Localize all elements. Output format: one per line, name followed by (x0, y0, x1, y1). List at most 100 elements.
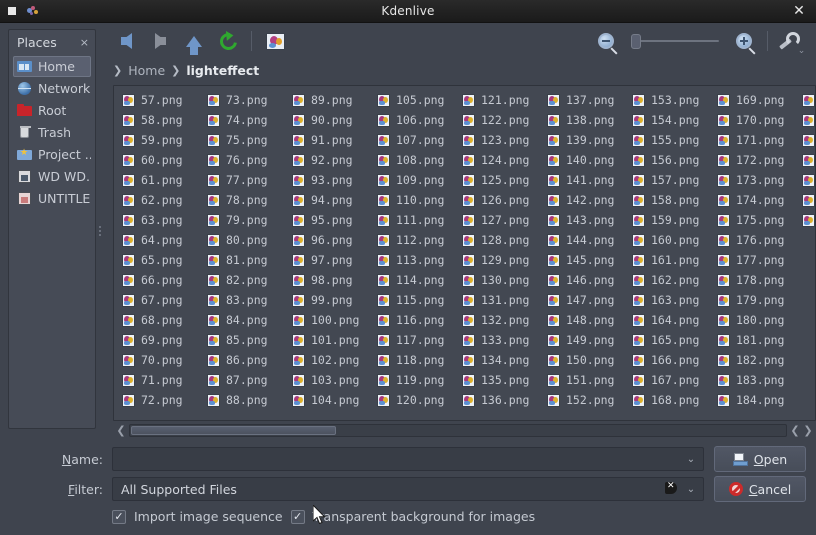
file-item[interactable]: 189.png (798, 170, 815, 190)
file-item[interactable]: 187.png (798, 130, 815, 150)
file-item[interactable]: 131.png (458, 290, 543, 310)
file-item[interactable]: 112.png (373, 230, 458, 250)
file-item[interactable]: 96.png (288, 230, 373, 250)
file-item[interactable]: 168.png (628, 390, 713, 410)
file-item[interactable]: 120.png (373, 390, 458, 410)
sidebar-item-root[interactable]: Root (13, 100, 91, 121)
file-item[interactable]: 77.png (203, 170, 288, 190)
file-item[interactable]: 104.png (288, 390, 373, 410)
cancel-button[interactable]: Cancel (714, 476, 806, 502)
file-item[interactable]: 98.png (288, 270, 373, 290)
file-item[interactable]: 149.png (543, 330, 628, 350)
file-item[interactable]: 110.png (373, 190, 458, 210)
file-item[interactable]: 179.png (713, 290, 798, 310)
horizontal-scrollbar[interactable]: ❮ ❮ ❯ (113, 421, 816, 439)
file-item[interactable]: 76.png (203, 150, 288, 170)
file-item[interactable]: 100.png (288, 310, 373, 330)
file-item[interactable]: 146.png (543, 270, 628, 290)
file-item[interactable]: 66.png (118, 270, 203, 290)
file-item[interactable]: 75.png (203, 130, 288, 150)
file-item[interactable]: 117.png (373, 330, 458, 350)
file-item[interactable]: 65.png (118, 250, 203, 270)
reload-button[interactable] (211, 26, 245, 56)
close-icon[interactable]: ✕ (782, 0, 816, 23)
file-item[interactable]: 118.png (373, 350, 458, 370)
transparent-background-checkbox[interactable]: ✓ Transparent background for images (290, 509, 535, 524)
file-item[interactable]: 126.png (458, 190, 543, 210)
file-item[interactable]: 132.png (458, 310, 543, 330)
file-item[interactable]: 134.png (458, 350, 543, 370)
file-item[interactable]: 122.png (458, 110, 543, 130)
file-item[interactable]: 188.png (798, 150, 815, 170)
file-item[interactable]: 156.png (628, 150, 713, 170)
file-item[interactable]: 152.png (543, 390, 628, 410)
file-item[interactable]: 86.png (203, 350, 288, 370)
scrollbar-track[interactable] (129, 423, 787, 437)
file-item[interactable]: 61.png (118, 170, 203, 190)
file-item[interactable]: 186.png (798, 110, 815, 130)
file-item[interactable]: 113.png (373, 250, 458, 270)
file-item[interactable]: 58.png (118, 110, 203, 130)
file-item[interactable]: 171.png (713, 130, 798, 150)
file-item[interactable]: 136.png (458, 390, 543, 410)
file-item[interactable]: 82.png (203, 270, 288, 290)
file-item[interactable]: 128.png (458, 230, 543, 250)
panel-splitter[interactable] (96, 23, 103, 439)
file-item[interactable]: 176.png (713, 230, 798, 250)
file-item[interactable]: 183.png (713, 370, 798, 390)
sidebar-item-wd-drive[interactable]: WD WD... (13, 166, 91, 187)
file-item[interactable]: 175.png (713, 210, 798, 230)
up-button[interactable] (177, 26, 211, 56)
file-item[interactable]: 91.png (288, 130, 373, 150)
file-item[interactable]: 107.png (373, 130, 458, 150)
file-item[interactable]: 177.png (713, 250, 798, 270)
sidebar-item-project[interactable]: Project ... (13, 144, 91, 165)
file-item[interactable]: 95.png (288, 210, 373, 230)
file-item[interactable]: 79.png (203, 210, 288, 230)
preview-toggle-button[interactable] (258, 26, 292, 56)
open-button[interactable]: Open (714, 446, 806, 472)
file-item[interactable]: 114.png (373, 270, 458, 290)
file-item[interactable]: 130.png (458, 270, 543, 290)
file-item[interactable]: 69.png (118, 330, 203, 350)
file-item[interactable]: 88.png (203, 390, 288, 410)
file-item[interactable]: 84.png (203, 310, 288, 330)
import-image-sequence-checkbox[interactable]: ✓ Import image sequence (112, 509, 283, 524)
file-item[interactable]: 162.png (628, 270, 713, 290)
file-item[interactable]: 59.png (118, 130, 203, 150)
file-item[interactable]: 167.png (628, 370, 713, 390)
file-item[interactable]: 148.png (543, 310, 628, 330)
file-item[interactable]: 185.png (798, 90, 815, 110)
places-close-icon[interactable]: × (80, 36, 89, 49)
file-item[interactable]: 166.png (628, 350, 713, 370)
file-item[interactable]: 180.png (713, 310, 798, 330)
file-item[interactable]: 137.png (543, 90, 628, 110)
file-item[interactable]: 111.png (373, 210, 458, 230)
file-item[interactable]: 109.png (373, 170, 458, 190)
file-item[interactable]: 83.png (203, 290, 288, 310)
scroll-arrows[interactable]: ❮ ❯ (789, 424, 814, 437)
file-item[interactable]: 85.png (203, 330, 288, 350)
file-item[interactable]: 93.png (288, 170, 373, 190)
file-item[interactable]: 115.png (373, 290, 458, 310)
file-item[interactable]: 92.png (288, 150, 373, 170)
file-item[interactable]: 170.png (713, 110, 798, 130)
file-item[interactable]: 158.png (628, 190, 713, 210)
filter-combo[interactable]: All Supported Files ⌄ (112, 477, 704, 501)
file-item[interactable]: 150.png (543, 350, 628, 370)
file-item[interactable]: 102.png (288, 350, 373, 370)
file-item[interactable]: 165.png (628, 330, 713, 350)
file-item[interactable]: 63.png (118, 210, 203, 230)
file-item[interactable]: 116.png (373, 310, 458, 330)
file-item[interactable]: 106.png (373, 110, 458, 130)
file-item[interactable]: 121.png (458, 90, 543, 110)
file-item[interactable]: 151.png (543, 370, 628, 390)
window-menu-icon[interactable] (8, 7, 16, 15)
file-item[interactable]: 135.png (458, 370, 543, 390)
file-item[interactable]: 103.png (288, 370, 373, 390)
file-item[interactable]: 184.png (713, 390, 798, 410)
zoom-slider[interactable] (631, 34, 719, 49)
zoom-in-button[interactable] (727, 26, 761, 56)
file-item[interactable]: 169.png (713, 90, 798, 110)
file-item[interactable]: 67.png (118, 290, 203, 310)
